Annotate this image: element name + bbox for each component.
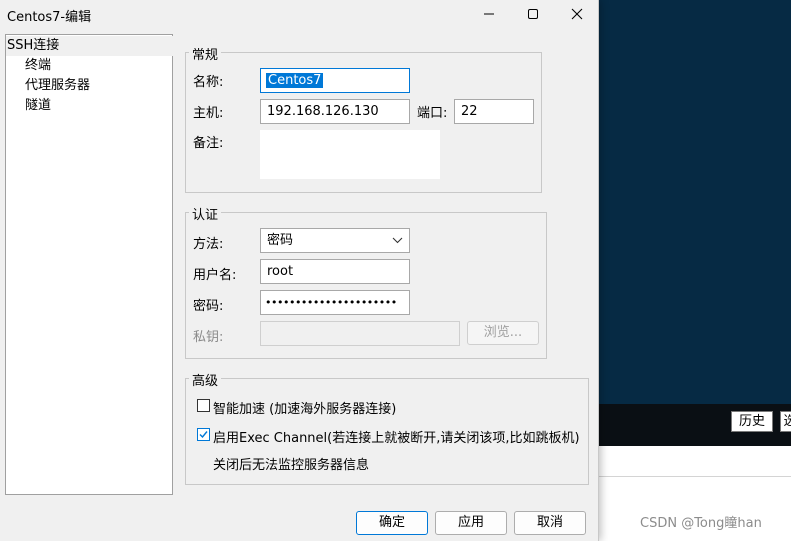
- maximize-icon: [528, 9, 538, 19]
- password-input[interactable]: ••••••••••••••••••••••: [260, 290, 410, 315]
- maximize-button[interactable]: [510, 0, 556, 28]
- port-input[interactable]: 22: [454, 99, 534, 124]
- tree-item-proxy[interactable]: 代理服务器: [25, 76, 90, 96]
- method-value: 密码: [267, 233, 294, 248]
- host-label: 主机:: [193, 106, 224, 121]
- accel-checkbox[interactable]: [197, 399, 210, 412]
- general-title: 常规: [189, 44, 222, 63]
- tree-item-ssh[interactable]: SSH连接: [6, 36, 173, 56]
- username-label: 用户名:: [193, 268, 237, 283]
- name-value: Centos7: [266, 73, 324, 88]
- settings-tree: SSH连接 终端 代理服务器 隧道: [5, 34, 173, 495]
- minimize-icon: [484, 13, 494, 15]
- auth-title: 认证: [189, 204, 222, 223]
- window-title: Centos7-编辑: [7, 10, 92, 25]
- close-icon: [571, 8, 583, 20]
- note-textarea[interactable]: [260, 130, 440, 179]
- partial-button[interactable]: 选: [780, 411, 791, 432]
- accel-label: 智能加速 (加速海外服务器连接): [213, 402, 397, 417]
- browse-button[interactable]: 浏览...: [467, 321, 539, 345]
- private-key-input[interactable]: [260, 321, 460, 346]
- ok-button[interactable]: 确定: [356, 511, 428, 535]
- history-button[interactable]: 历史: [731, 411, 773, 432]
- apply-button[interactable]: 应用: [435, 511, 507, 535]
- method-label: 方法:: [193, 237, 224, 252]
- edit-dialog: Centos7-编辑 SSH连接 终端 代理服务器 隧道 常规 名称: Cent…: [0, 0, 599, 541]
- password-label: 密码:: [193, 299, 224, 314]
- username-input[interactable]: root: [260, 259, 410, 284]
- chevron-down-icon: [392, 237, 403, 244]
- port-label: 端口:: [417, 106, 448, 121]
- tree-item-terminal[interactable]: 终端: [25, 56, 51, 76]
- host-input[interactable]: 192.168.126.130: [260, 99, 410, 124]
- minimize-button[interactable]: [466, 0, 512, 28]
- method-select[interactable]: 密码: [260, 228, 410, 253]
- advanced-title: 高级: [189, 370, 222, 389]
- tree-item-tunnel[interactable]: 隧道: [25, 96, 51, 116]
- checkmark-icon: [199, 431, 208, 439]
- name-input[interactable]: Centos7: [260, 68, 410, 93]
- exec-channel-checkbox[interactable]: [197, 428, 210, 441]
- close-button[interactable]: [554, 0, 600, 28]
- exec-channel-note: 关闭后无法监控服务器信息: [213, 458, 370, 473]
- background-divider: [596, 476, 791, 477]
- note-label: 备注:: [193, 136, 224, 151]
- cancel-button[interactable]: 取消: [514, 511, 586, 535]
- background-terminal: [596, 0, 791, 404]
- private-key-label: 私钥:: [193, 330, 224, 345]
- name-label: 名称:: [193, 75, 224, 90]
- watermark: CSDN @Tong瞳han: [640, 516, 762, 531]
- exec-channel-label: 启用Exec Channel(若连接上就被断开,请关闭该项,比如跳板机): [213, 431, 580, 446]
